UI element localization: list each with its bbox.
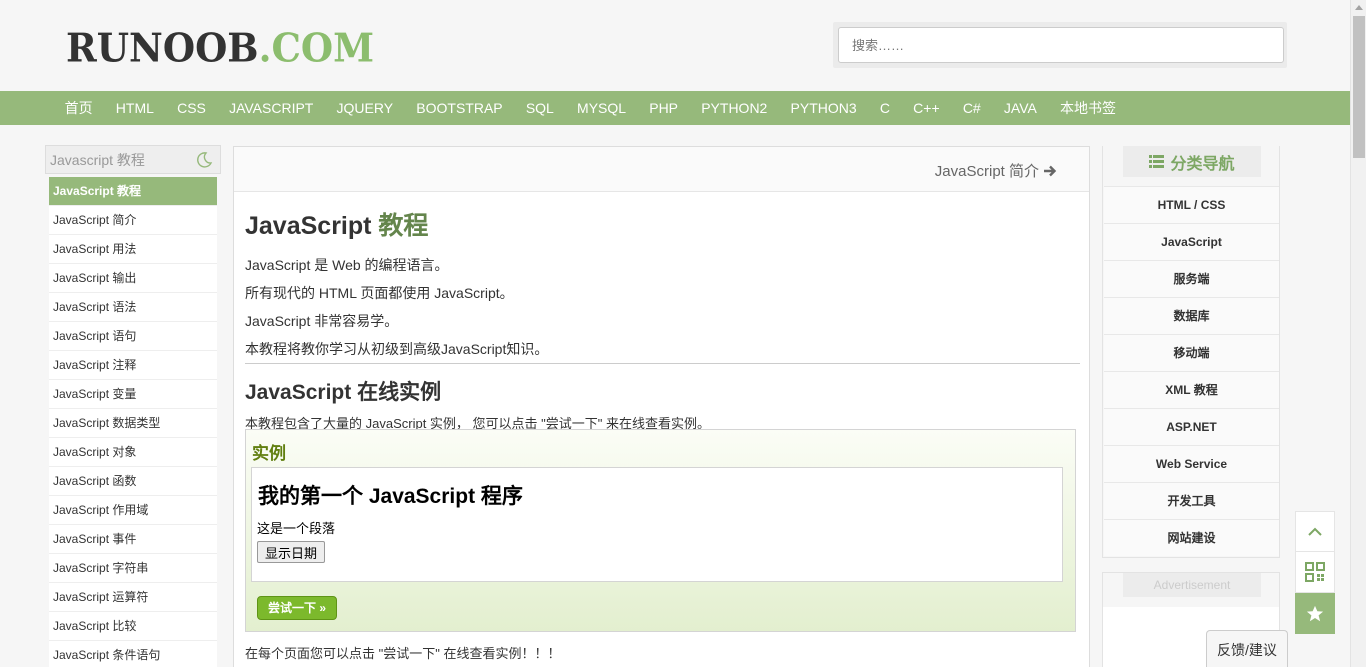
sidebar-item[interactable]: JavaScript 语法 (49, 293, 217, 322)
nav-item[interactable]: 首页 (53, 91, 104, 125)
sidebar-item[interactable]: JavaScript 比较 (49, 612, 217, 641)
sidebar-item[interactable]: JavaScript 简介 (49, 206, 217, 235)
main-top-bar: JavaScript 简介 (234, 147, 1089, 192)
category-item[interactable]: HTML / CSS (1104, 186, 1279, 223)
nav-item[interactable]: PYTHON3 (779, 91, 868, 125)
nav-item[interactable]: PHP (638, 91, 690, 125)
sidebar-item[interactable]: JavaScript 用法 (49, 235, 217, 264)
floating-tools (1295, 511, 1335, 634)
sidebar-list: JavaScript 教程 JavaScript 简介 JavaScript 用法 J… (49, 177, 217, 667)
sidebar-header: Javascript 教程 (45, 145, 221, 174)
example-preview: 我的第一个 JavaScript 程序 这是一个段落 显示日期 (251, 467, 1063, 582)
chevron-up-icon (1308, 527, 1322, 536)
category-item[interactable]: 开发工具 (1104, 482, 1279, 519)
divider (245, 363, 1080, 364)
sidebar-item[interactable]: JavaScript 数据类型 (49, 409, 217, 438)
nav-item[interactable]: BOOTSTRAP (405, 91, 515, 125)
sidebar-item[interactable]: JavaScript 作用域 (49, 496, 217, 525)
list-icon (1149, 155, 1165, 168)
nav-item[interactable]: JQUERY (325, 91, 405, 125)
qrcode-button[interactable] (1295, 552, 1335, 593)
category-nav-title: 分类导航 (1170, 155, 1235, 173)
sidebar-item[interactable]: JavaScript 语句 (49, 322, 217, 351)
sidebar-item[interactable]: JavaScript 变量 (49, 380, 217, 409)
logo-main-text: RUNOOB (66, 24, 259, 72)
section-title: JavaScript 在线实例 (245, 381, 442, 404)
page-title: JavaScript 教程 (245, 206, 1080, 242)
right-sidebar: 分类导航 HTML / CSS JavaScript 服务端 数据库 移动端 XML 教程… (1102, 146, 1280, 558)
site-logo[interactable]: RUNOOB.COM (66, 25, 374, 71)
category-item[interactable]: Web Service (1104, 445, 1279, 482)
category-item[interactable]: 移动端 (1104, 334, 1279, 371)
paragraph: JavaScript 是 Web 的编程语言。 (245, 257, 449, 273)
sidebar-item[interactable]: JavaScript 教程 (49, 177, 217, 206)
main-content: JavaScript 简介 JavaScript 教程 JavaScript 是… (233, 146, 1090, 667)
sidebar-item[interactable]: JavaScript 输出 (49, 264, 217, 293)
sidebar-item[interactable]: JavaScript 条件语句 (49, 641, 217, 667)
category-item[interactable]: ASP.NET (1104, 408, 1279, 445)
category-item[interactable]: 数据库 (1104, 297, 1279, 334)
example-paragraph: 这是一个段落 (257, 521, 336, 536)
feedback-button[interactable]: 反馈/建议 (1206, 630, 1288, 667)
example-label: 实例 (252, 444, 286, 463)
paragraph: 本教程将教你学习从初级到高级JavaScript知识。 (245, 341, 549, 357)
left-sidebar: Javascript 教程 JavaScript 教程 JavaScript 简介… (45, 145, 221, 667)
example-box: 实例 我的第一个 JavaScript 程序 这是一个段落 显示日期 尝试一下 … (245, 429, 1076, 632)
qrcode-icon (1305, 562, 1325, 582)
search-input[interactable] (838, 27, 1284, 63)
paragraph: JavaScript 非常容易学。 (245, 313, 399, 329)
nav-item[interactable]: JAVASCRIPT (217, 91, 324, 125)
nav-item[interactable]: HTML (104, 91, 165, 125)
sidebar-item[interactable]: JavaScript 字符串 (49, 554, 217, 583)
bookmark-button[interactable] (1295, 593, 1335, 634)
sidebar-item[interactable]: JavaScript 注释 (49, 351, 217, 380)
arrow-right-icon (1044, 165, 1057, 176)
category-item[interactable]: 服务端 (1104, 260, 1279, 297)
category-item[interactable]: XML 教程 (1104, 371, 1279, 408)
example-heading: 我的第一个 JavaScript 程序 (258, 485, 523, 508)
logo-com-text: .COM (258, 24, 375, 72)
paragraph: 所有现代的 HTML 页面都使用 JavaScript。 (245, 285, 514, 301)
nav-item[interactable]: PYTHON2 (690, 91, 779, 125)
sidebar-title: Javascript 教程 (50, 151, 145, 168)
sidebar-item[interactable]: JavaScript 事件 (49, 525, 217, 554)
page-title-plain: JavaScript (245, 212, 372, 240)
star-icon (1306, 605, 1324, 621)
page-title-highlight: 教程 (378, 212, 429, 240)
moon-icon[interactable] (195, 151, 213, 169)
next-chapter-link[interactable]: JavaScript 简介 (935, 160, 1057, 181)
scroll-up-arrow-icon[interactable] (1355, 5, 1363, 10)
category-item[interactable]: JavaScript (1104, 223, 1279, 260)
top-nav: 首页 HTML CSS JAVASCRIPT JQUERY BOOTSTRAP SQL MYS… (0, 91, 1350, 125)
article: JavaScript 教程 JavaScript 是 Web 的编程语言。 所有… (245, 192, 1080, 661)
category-list: HTML / CSS JavaScript 服务端 数据库 移动端 XML 教程 ASP.N… (1104, 186, 1279, 556)
nav-item[interactable]: CSS (166, 91, 218, 125)
nav-item[interactable]: 本地书签 (1048, 91, 1127, 125)
nav-item[interactable]: MYSQL (565, 91, 637, 125)
nav-item[interactable]: SQL (514, 91, 565, 125)
try-it-button[interactable]: 尝试一下 » (257, 596, 338, 620)
nav-item[interactable]: C (868, 91, 901, 125)
back-to-top-button[interactable] (1295, 511, 1335, 552)
scrollbar-thumb[interactable] (1353, 16, 1365, 158)
nav-item[interactable]: C# (951, 91, 992, 125)
site-header: RUNOOB.COM (0, 0, 1350, 91)
category-nav-header: 分类导航 (1123, 146, 1261, 177)
bottom-text: 在每个页面您可以点击 "尝试一下" 在线查看实例！！！ (245, 646, 561, 661)
scrollbar[interactable] (1350, 0, 1366, 667)
category-item[interactable]: 网站建设 (1104, 519, 1279, 556)
sidebar-item[interactable]: JavaScript 运算符 (49, 583, 217, 612)
sidebar-item[interactable]: JavaScript 对象 (49, 438, 217, 467)
show-date-button[interactable]: 显示日期 (257, 541, 326, 563)
nav-item[interactable]: C++ (902, 91, 952, 125)
sidebar-item[interactable]: JavaScript 函数 (49, 467, 217, 496)
next-chapter-label: JavaScript 简介 (934, 163, 1039, 180)
ad-title: Advertisement (1123, 573, 1261, 597)
nav-item[interactable]: JAVA (992, 91, 1048, 125)
search-container (833, 22, 1287, 68)
